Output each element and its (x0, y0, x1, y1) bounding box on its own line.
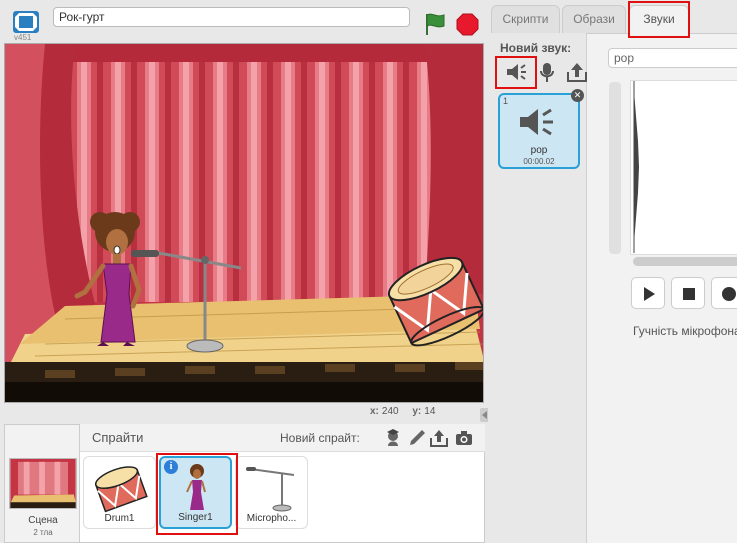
project-title-input[interactable] (53, 7, 410, 27)
sprite-card-drum1[interactable]: Drum1 (83, 456, 156, 529)
version-label: v451 (14, 33, 32, 42)
y-value: 14 (424, 406, 436, 417)
waveform-editor[interactable] (630, 80, 737, 255)
mouse-coordinates: x: 240 y: 14 (370, 406, 435, 417)
camera-sprite-icon[interactable] (454, 428, 474, 448)
x-label: x: (370, 406, 379, 417)
paint-new-sprite-icon[interactable] (407, 428, 427, 448)
fullscreen-icon[interactable] (13, 11, 39, 33)
scene-panel: Сцена 2 тла (4, 424, 80, 543)
tab-costumes[interactable]: Образи (562, 5, 626, 33)
upload-sound-icon[interactable] (565, 60, 589, 84)
sprites-title: Спрайти (92, 430, 144, 445)
record-sound-icon[interactable] (535, 60, 559, 84)
sound-index: 1 (503, 96, 509, 106)
sound-name-input[interactable] (608, 48, 737, 68)
upload-sprite-icon[interactable] (429, 428, 449, 448)
sound-duration: 00:00.02 (523, 157, 555, 166)
delete-sound-icon[interactable]: ✕ (571, 89, 584, 102)
backdrop-count: 2 тла (33, 528, 53, 537)
microphone-thumbnail-icon (246, 467, 295, 512)
top-bar: v451 (0, 0, 485, 44)
new-sprite-label: Новий спрайт: (280, 431, 360, 445)
stop-button[interactable] (671, 277, 705, 309)
sprite-name: Singer1 (178, 512, 213, 523)
scene-label: Сцена (28, 515, 58, 526)
choose-sound-from-library-icon[interactable] (504, 60, 528, 84)
microphone-volume-label: Гучність мікрофона (633, 324, 737, 338)
waveform-volume-bar[interactable] (609, 82, 621, 254)
sprite-name: Drum1 (104, 513, 135, 524)
stop-square-icon (683, 288, 695, 300)
new-sound-label: Новий звук: (500, 41, 572, 55)
play-button[interactable] (631, 277, 665, 309)
sprite-card-singer1[interactable]: i Singer1 (159, 456, 232, 529)
tab-sounds[interactable]: Звуки (629, 5, 689, 35)
tab-scripts[interactable]: Скрипти (491, 5, 560, 33)
drum-thumbnail-icon (94, 466, 148, 513)
singer-thumbnail-icon (186, 464, 206, 510)
sprites-header: Спрайти Новий спрайт: (80, 424, 485, 452)
sound-item-pop[interactable]: 1 ✕ pop 00:00.02 (498, 89, 584, 169)
scene-thumbnail[interactable] (9, 458, 77, 509)
record-icon (722, 287, 736, 301)
stage-backdrop (5, 44, 483, 402)
stage[interactable] (4, 43, 484, 403)
speaker-icon (520, 108, 553, 136)
choose-sprite-from-library-icon[interactable] (383, 428, 403, 448)
green-flag-icon[interactable] (424, 12, 446, 36)
waveform-graphic (633, 81, 639, 253)
y-label: y: (412, 406, 422, 417)
waveform-scrollbar[interactable] (633, 257, 737, 266)
record-button[interactable] (711, 277, 737, 309)
play-icon (644, 287, 655, 301)
stop-icon[interactable] (456, 13, 479, 36)
sound-name: pop (530, 145, 548, 156)
sprite-card-microphone[interactable]: Micropho... (235, 456, 308, 529)
x-value: 240 (381, 406, 399, 417)
sprite-name: Micropho... (246, 513, 297, 524)
